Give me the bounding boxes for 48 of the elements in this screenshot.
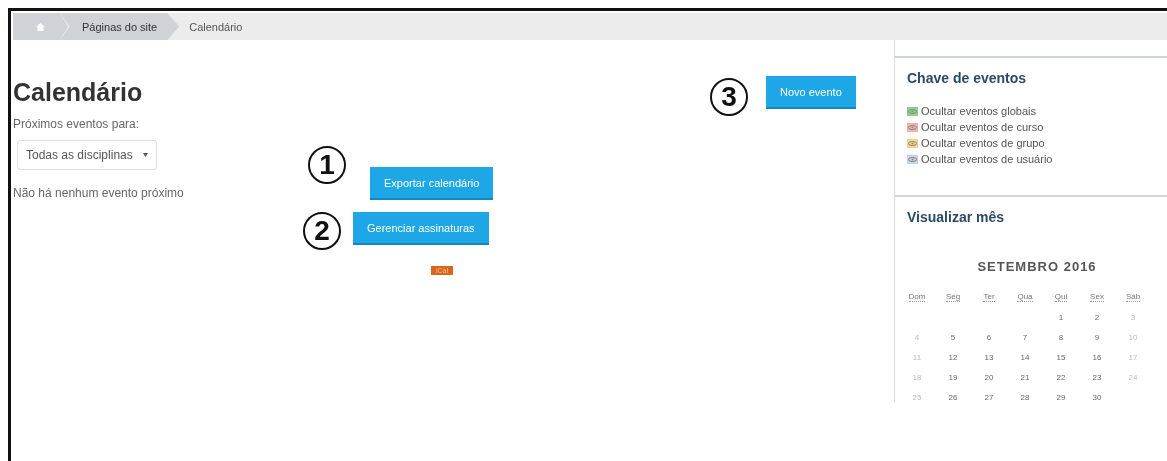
calendar-day[interactable]: 2 bbox=[1094, 313, 1100, 322]
breadcrumb-current: Calendário bbox=[188, 20, 243, 33]
home-icon bbox=[36, 22, 45, 31]
calendar-day[interactable]: 14 bbox=[1020, 353, 1030, 362]
upcoming-label: Próximos eventos para: bbox=[13, 117, 141, 131]
calendar-day[interactable]: 22 bbox=[1056, 373, 1066, 382]
page-title: Calendário bbox=[13, 78, 144, 107]
event-key-item[interactable]: Ocultar eventos de grupo bbox=[907, 137, 1167, 149]
block-title: Chave de eventos bbox=[907, 70, 1028, 86]
weekday-header: Qua bbox=[1017, 292, 1033, 302]
calendar-day[interactable]: 28 bbox=[1020, 393, 1030, 402]
calendar-day[interactable]: 12 bbox=[948, 353, 958, 362]
calendar-day[interactable]: 29 bbox=[1056, 393, 1066, 402]
weekday-header: Sex bbox=[1090, 292, 1104, 302]
calendar-day[interactable]: 7 bbox=[1022, 333, 1028, 342]
calendar-day[interactable]: 21 bbox=[1020, 373, 1030, 382]
calendar-day[interactable]: 5 bbox=[950, 333, 956, 342]
calendar-day[interactable]: 16 bbox=[1092, 353, 1102, 362]
month-title: SETEMBRO 2016 bbox=[976, 259, 1098, 274]
weekday-header: Seg bbox=[945, 292, 961, 302]
calendar-day[interactable]: 8 bbox=[1058, 333, 1064, 342]
event-key-item[interactable]: Ocultar eventos de usuário bbox=[907, 153, 1167, 165]
weekday-header: Dom bbox=[908, 292, 926, 302]
calendar-day[interactable]: 23 bbox=[1092, 373, 1102, 382]
annotation-number: 3 bbox=[710, 78, 748, 116]
annotation-number: 1 bbox=[308, 146, 346, 184]
empty-message: Não há nenhum evento próximo bbox=[13, 186, 185, 200]
calendar-day[interactable]: 6 bbox=[986, 333, 992, 342]
calendar-day[interactable]: 27 bbox=[984, 393, 994, 402]
event-key-item[interactable]: Ocultar eventos de curso bbox=[907, 121, 1167, 133]
calendar-day[interactable]: 26 bbox=[948, 393, 958, 402]
weekday-header: Sáb bbox=[1125, 292, 1141, 302]
weekday-header: Qui bbox=[1054, 292, 1068, 302]
course-select[interactable]: Todas as disciplinas bbox=[17, 140, 157, 170]
calendar-day[interactable]: 1 bbox=[1058, 313, 1064, 322]
caret-icon bbox=[142, 153, 148, 157]
block-title: Visualizar mês bbox=[907, 209, 1006, 225]
calendar-day[interactable]: 20 bbox=[984, 373, 994, 382]
home-link[interactable] bbox=[13, 13, 68, 40]
event-key-item[interactable]: Ocultar eventos globais bbox=[907, 105, 1167, 117]
calendar-day[interactable]: 30 bbox=[1092, 393, 1102, 402]
calendar-day[interactable]: 19 bbox=[948, 373, 958, 382]
annotation-number: 2 bbox=[303, 212, 341, 250]
calendar-day[interactable]: 13 bbox=[984, 353, 994, 362]
calendar-day[interactable]: 9 bbox=[1094, 333, 1100, 342]
calendar-day[interactable]: 15 bbox=[1056, 353, 1066, 362]
breadcrumb-link[interactable]: Páginas do site bbox=[60, 13, 180, 40]
weekday-header: Ter bbox=[983, 292, 995, 302]
